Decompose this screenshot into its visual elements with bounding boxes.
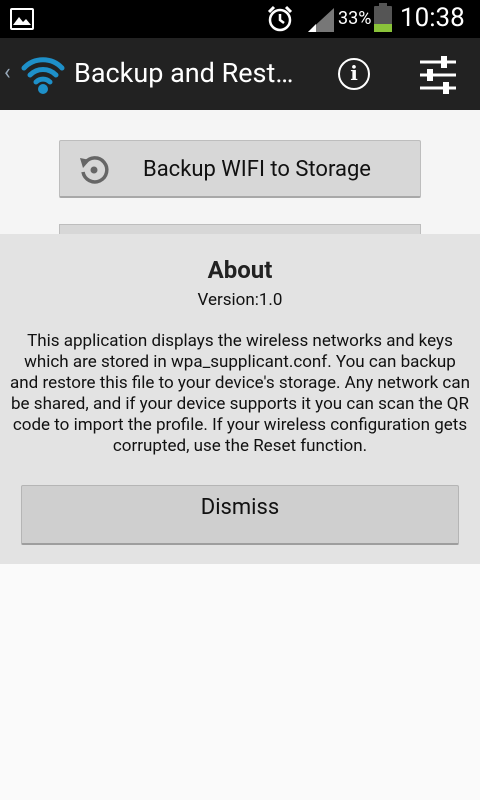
page-title: Backup and Rest… [74,57,294,89]
wifi-logo-icon[interactable] [18,48,68,98]
clock: 10:38 [400,3,465,33]
dialog-version: Version:1.0 [197,290,283,310]
dialog-message: This application displays the wireless n… [10,331,470,456]
dialog-backdrop [0,564,480,800]
about-dialog: About Version:1.0 This application displ… [0,234,480,564]
battery-icon [374,3,392,32]
gallery-icon [10,8,34,30]
battery-percent: 33% [338,8,372,29]
status-bar: 33% 10:38 [0,0,480,38]
up-chevron-icon[interactable]: ‹ [4,60,11,85]
signal-icon [308,8,334,32]
action-bar: ‹ Backup and Rest… i [0,38,480,110]
dismiss-button-label: Dismiss [200,495,280,520]
alarm-icon [267,5,293,32]
dismiss-button[interactable]: Dismiss [21,485,459,545]
info-icon[interactable]: i [338,58,370,90]
settings-sliders-icon[interactable] [418,56,458,94]
backup-wifi-button-label: Backup WIFI to Storage [143,157,371,182]
dialog-title: About [207,256,273,284]
backup-wifi-button[interactable]: Backup WIFI to Storage [59,140,421,198]
